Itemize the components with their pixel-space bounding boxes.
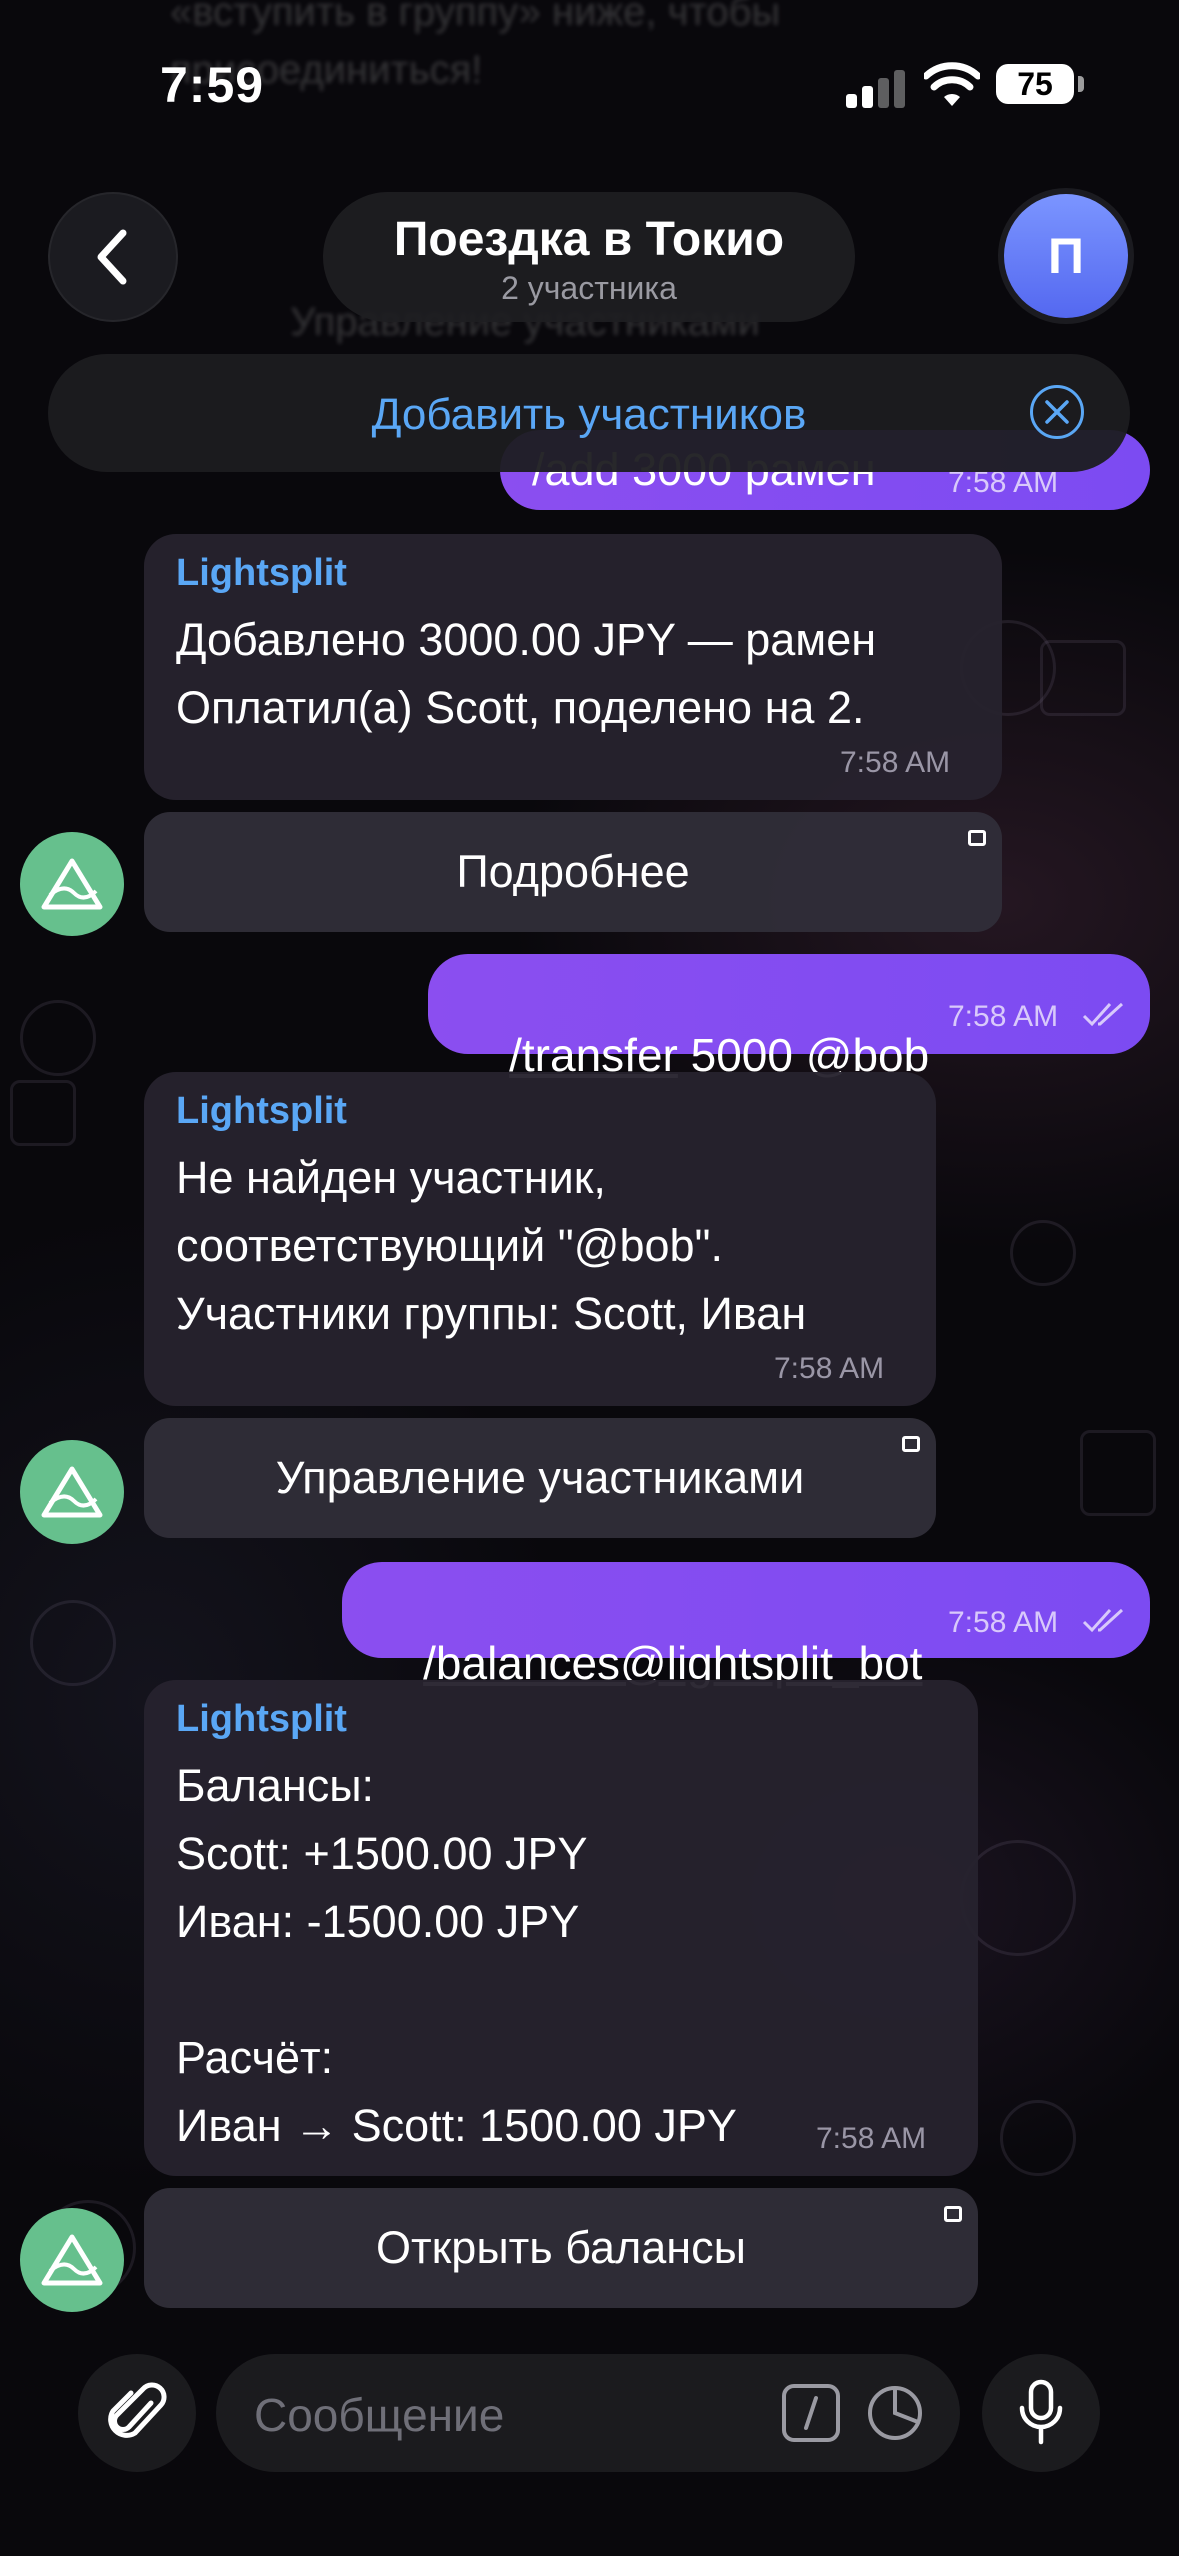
attach-button[interactable] [78,2354,196,2472]
message-time: 7:58 AM [840,746,951,779]
message-input[interactable]: Сообщение [216,2354,960,2472]
message-time: 7:58 AM [816,2122,927,2155]
cellular-signal-icon [846,68,906,108]
status-bar: 7:59 75 [0,0,1179,170]
message-time: 7:58 AM [774,1352,885,1385]
chat-title: Поездка в Токио [393,213,785,266]
bot-avatar[interactable] [20,832,124,936]
sender-name: Lightsplit [176,552,347,594]
manage-participants-label: Управление участниками [275,1452,805,1503]
read-checkmarks-icon [1082,1002,1124,1027]
message-line: Иван: -1500.00 JPY [176,1896,580,1947]
message-line: Участники группы: Scott, Иван [176,1288,807,1339]
bot-message-3: Lightsplit Балансы: Scott: +1500.00 JPY … [144,1680,978,2176]
bot-avatar[interactable] [20,2208,124,2312]
sender-name: Lightsplit [176,1090,347,1132]
microphone-icon [1019,2379,1063,2445]
sticker-icon[interactable] [866,2384,924,2442]
close-icon [1045,400,1069,424]
battery-indicator: 75 [996,64,1074,104]
open-balances-button[interactable]: Открыть балансы [144,2188,978,2308]
sender-name: Lightsplit [176,1698,347,1740]
message-line: Scott: +1500.00 JPY [176,1828,588,1879]
open-balances-label: Открыть балансы [376,2222,746,2273]
slash-icon [804,2396,818,2430]
message-line: Балансы: [176,1760,375,1811]
message-time: 7:58 AM [948,1606,1059,1639]
bot-message-1: Lightsplit Добавлено 3000.00 JPY — рамен… [144,534,1002,800]
back-button[interactable] [48,192,178,322]
message-line: Расчёт: [176,2032,334,2083]
message-line: Иван → Scott: 1500.00 JPY [176,2100,737,2151]
message-input-placeholder: Сообщение [254,2389,505,2441]
outgoing-message-transfer: /transfer 5000 @bob 7:58 AM [428,954,1150,1081]
paperclip-icon [108,2382,167,2438]
bot-commands-button[interactable] [782,2384,840,2442]
read-checkmarks-icon [1082,1608,1124,1633]
message-line: Добавлено 3000.00 JPY — рамен [176,614,877,665]
lightsplit-logo-icon [41,1466,103,1518]
details-button-label: Подробнее [456,846,690,897]
wifi-icon [924,62,980,106]
chat-title-pill[interactable]: Поездка в Токио 2 участника [323,192,855,322]
message-line: соответствующий "@bob". [176,1220,724,1271]
status-time: 7:59 [160,57,265,113]
close-banner-button[interactable] [1030,385,1084,439]
message-time: 7:58 AM [948,1000,1059,1033]
lightsplit-logo-icon [41,858,103,910]
message-line: Не найден участник, [176,1152,606,1203]
bot-message-2: Lightsplit Не найден участник, соответст… [144,1072,936,1406]
manage-participants-button[interactable]: Управление участниками [144,1418,936,1538]
voice-message-button[interactable] [982,2354,1100,2472]
inline-button-corner-icon [944,2206,962,2222]
bot-avatar[interactable] [20,1440,124,1544]
chat-subtitle: 2 участника [501,270,677,306]
details-button[interactable]: Подробнее [144,812,1002,932]
lightsplit-logo-icon [41,2234,103,2286]
add-participants-label: Добавить участников [371,390,807,439]
message-line: Оплатил(а) Scott, поделено на 2. [176,682,865,733]
outgoing-message-balances: /balances@lightsplit_bot 7:58 AM [342,1562,1150,1689]
battery-tip [1078,76,1084,92]
inline-button-corner-icon [968,830,986,846]
inline-button-corner-icon [902,1436,920,1452]
add-participants-banner[interactable]: Добавить участников [48,354,1130,472]
group-avatar[interactable]: П [1004,194,1128,318]
chevron-left-icon [97,229,127,285]
